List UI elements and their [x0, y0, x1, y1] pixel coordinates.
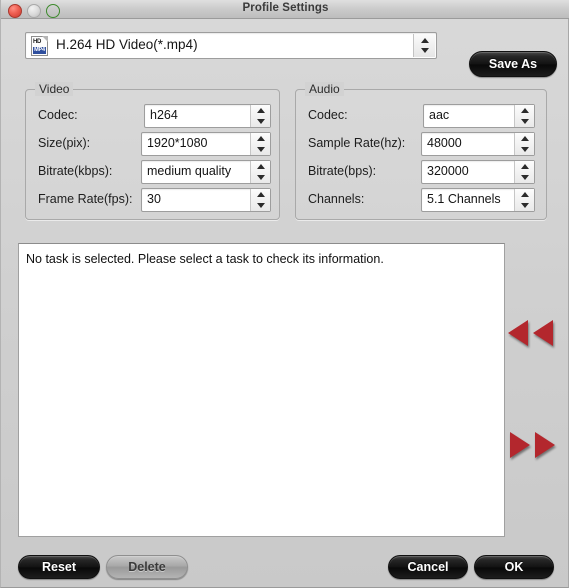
task-information-message: No task is selected. Please select a tas…	[26, 252, 384, 266]
audio-channels-combo[interactable]: 5.1 Channels	[421, 188, 535, 212]
double-left-arrow-icon	[508, 320, 528, 346]
chevron-up-icon	[256, 136, 265, 141]
chevron-down-icon	[256, 147, 265, 152]
audio-settings-group: Audio Codec: Sample Rate(hz): Bitrate(bp…	[295, 82, 547, 220]
cancel-button[interactable]: Cancel	[388, 555, 468, 579]
video-codec-label: Codec:	[38, 108, 78, 122]
audio-samplerate-label: Sample Rate(hz):	[308, 136, 406, 150]
profile-stepper-icon[interactable]	[413, 34, 435, 57]
audio-codec-label: Codec:	[308, 108, 348, 122]
double-right-arrow-icon-second	[535, 432, 555, 458]
chevron-up-icon	[420, 38, 429, 43]
video-framerate-label: Frame Rate(fps):	[38, 192, 133, 206]
video-codec-value: h264	[150, 108, 178, 122]
previous-profile-button[interactable]	[508, 320, 560, 346]
video-framerate-value: 30	[147, 192, 161, 206]
chevron-up-icon	[256, 164, 265, 169]
chevron-up-icon	[256, 108, 265, 113]
double-left-arrow-icon-second	[533, 320, 553, 346]
delete-button[interactable]: Delete	[106, 555, 188, 579]
video-size-combo[interactable]: 1920*1080	[141, 132, 271, 156]
h264-mp4-file-icon: HD MP4	[31, 36, 48, 56]
window-titlebar: Profile Settings	[1, 0, 569, 19]
window-title: Profile Settings	[242, 2, 329, 14]
video-group-title: Video	[35, 82, 74, 96]
video-framerate-combo[interactable]: 30	[141, 188, 271, 212]
chevron-up-icon	[256, 192, 265, 197]
chevron-down-icon	[520, 175, 529, 180]
video-bitrate-value: medium quality	[147, 164, 232, 178]
chevron-up-icon	[520, 164, 529, 169]
audio-samplerate-stepper-icon[interactable]	[514, 133, 534, 155]
audio-codec-value: aac	[429, 108, 450, 122]
chevron-down-icon	[520, 119, 529, 124]
profile-selector-row: HD MP4 H.264 HD Video(*.mp4) Save As	[1, 19, 569, 77]
chevron-down-icon	[420, 48, 429, 53]
chevron-down-icon	[256, 175, 265, 180]
audio-channels-stepper-icon[interactable]	[514, 189, 534, 211]
video-bitrate-combo[interactable]: medium quality	[141, 160, 271, 184]
profile-settings-window: Profile Settings HD MP4 H.264 HD Video(*…	[0, 0, 569, 588]
save-as-button[interactable]: Save As	[469, 51, 557, 77]
task-information-panel: No task is selected. Please select a tas…	[18, 243, 505, 537]
audio-codec-stepper-icon[interactable]	[514, 105, 534, 127]
next-profile-button[interactable]	[508, 432, 560, 458]
video-size-value: 1920*1080	[147, 136, 208, 150]
chevron-up-icon	[520, 192, 529, 197]
audio-bitrate-combo[interactable]: 320000	[421, 160, 535, 184]
audio-bitrate-value: 320000	[427, 164, 469, 178]
video-settings-group: Video Codec: Size(pix): Bitrate(kbps): F…	[25, 82, 280, 220]
video-bitrate-stepper-icon[interactable]	[250, 161, 270, 183]
audio-bitrate-label: Bitrate(bps):	[308, 164, 377, 178]
ok-button[interactable]: OK	[474, 555, 554, 579]
icon-format-label: MP4	[33, 47, 46, 54]
video-codec-stepper-icon[interactable]	[250, 105, 270, 127]
profile-dropdown[interactable]: HD MP4 H.264 HD Video(*.mp4)	[25, 32, 437, 59]
audio-codec-combo[interactable]: aac	[423, 104, 535, 128]
reset-button[interactable]: Reset	[18, 555, 100, 579]
video-framerate-stepper-icon[interactable]	[250, 189, 270, 211]
chevron-up-icon	[520, 108, 529, 113]
video-bitrate-label: Bitrate(kbps):	[38, 164, 113, 178]
chevron-down-icon	[256, 203, 265, 208]
audio-channels-value: 5.1 Channels	[427, 192, 501, 206]
chevron-down-icon	[520, 203, 529, 208]
profile-selected-value: H.264 HD Video(*.mp4)	[56, 37, 198, 52]
double-right-arrow-icon	[510, 432, 530, 458]
audio-channels-label: Channels:	[308, 192, 365, 206]
video-size-label: Size(pix):	[38, 136, 91, 150]
video-size-stepper-icon[interactable]	[250, 133, 270, 155]
icon-hd-label: HD	[33, 39, 42, 45]
audio-group-title: Audio	[305, 82, 344, 96]
chevron-up-icon	[520, 136, 529, 141]
audio-bitrate-stepper-icon[interactable]	[514, 161, 534, 183]
audio-samplerate-value: 48000	[427, 136, 462, 150]
audio-samplerate-combo[interactable]: 48000	[421, 132, 535, 156]
chevron-down-icon	[256, 119, 265, 124]
video-codec-combo[interactable]: h264	[144, 104, 271, 128]
chevron-down-icon	[520, 147, 529, 152]
